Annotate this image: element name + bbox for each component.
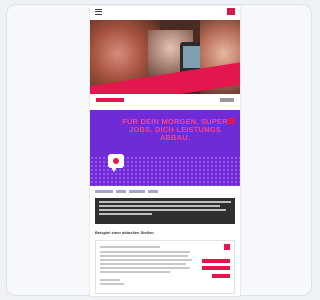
hero-caption-right bbox=[220, 98, 234, 102]
section-title: Beispiel einer aktuellen Stellen bbox=[95, 230, 154, 235]
menu-icon[interactable] bbox=[95, 9, 102, 15]
promo-headline: FÜR DEIN MORGEN. SUPER JOBS. DICH LEISTU… bbox=[122, 117, 228, 142]
contact-logo-icon bbox=[224, 244, 230, 250]
hero-person-right bbox=[200, 20, 240, 104]
top-bar bbox=[90, 6, 240, 20]
hero-caption-left bbox=[96, 98, 124, 102]
promo-badge-icon bbox=[228, 118, 235, 124]
contact-button[interactable] bbox=[202, 266, 230, 270]
brand-badge-icon[interactable] bbox=[227, 8, 235, 15]
intro-text-panel bbox=[95, 198, 235, 224]
chat-bubble-icon bbox=[108, 154, 124, 172]
article-meta bbox=[95, 190, 235, 195]
share-button[interactable] bbox=[212, 274, 230, 278]
mobile-page-preview: FÜR DEIN MORGEN. SUPER JOBS. DICH LEISTU… bbox=[90, 6, 240, 296]
contact-card bbox=[95, 240, 235, 294]
promo-banner[interactable]: FÜR DEIN MORGEN. SUPER JOBS. DICH LEISTU… bbox=[90, 110, 240, 186]
apply-button[interactable] bbox=[202, 259, 230, 263]
hero-image bbox=[90, 20, 240, 104]
